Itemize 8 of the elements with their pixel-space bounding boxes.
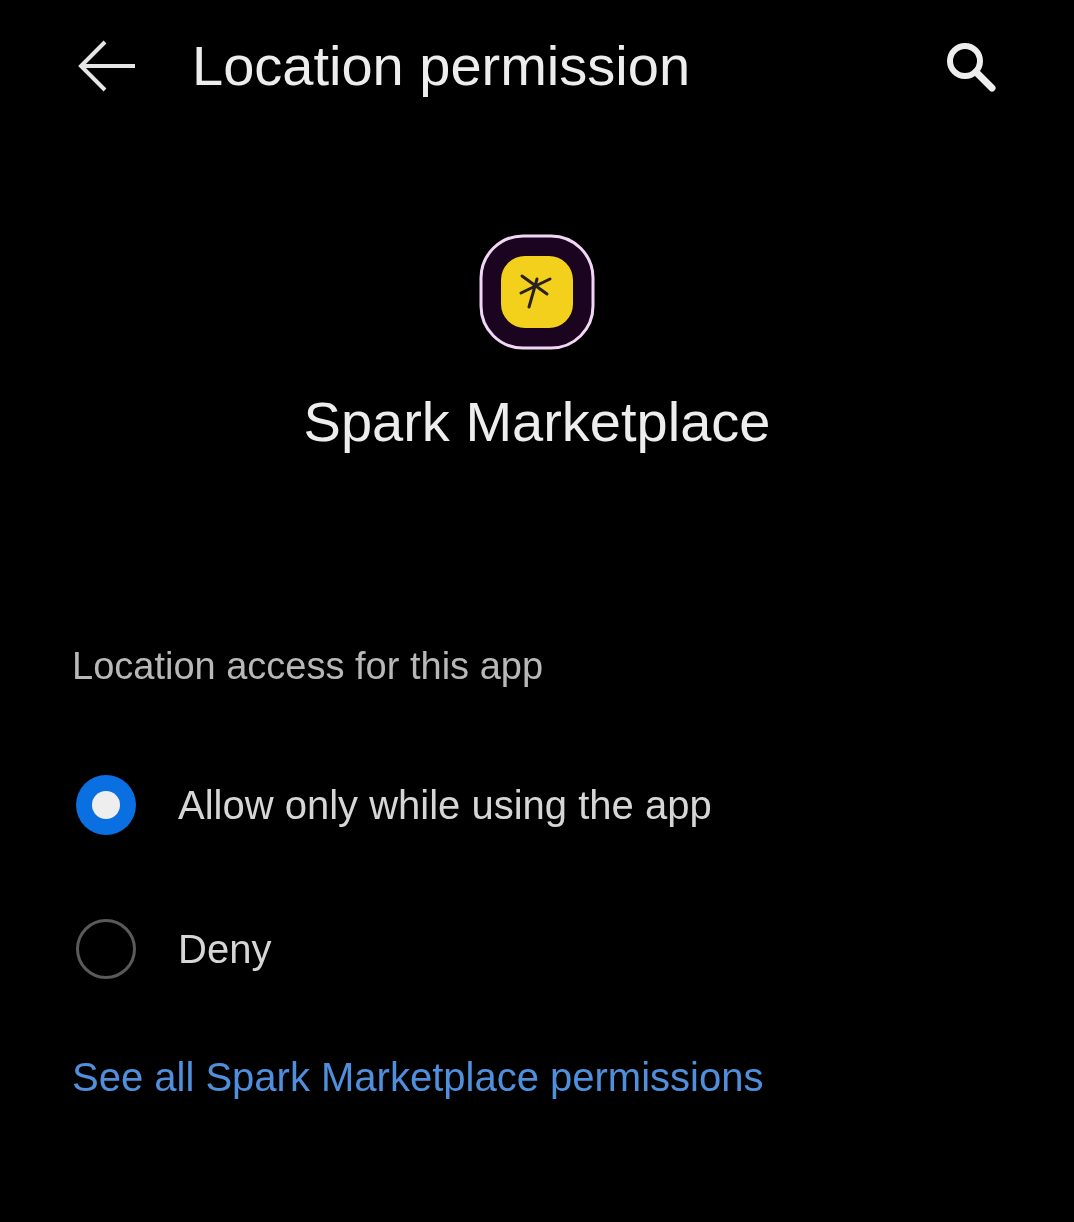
app-logo-icon [479, 234, 595, 350]
section-heading: Location access for this app [72, 644, 545, 689]
radio-button[interactable] [76, 775, 136, 835]
option-label: Allow only while using the app [178, 782, 712, 829]
option-label: Deny [178, 926, 272, 973]
page-title: Location permission [192, 33, 692, 99]
permissions-link[interactable]: See all Spark Marketplace permissions [72, 1047, 764, 1107]
radio-button[interactable] [76, 919, 136, 979]
